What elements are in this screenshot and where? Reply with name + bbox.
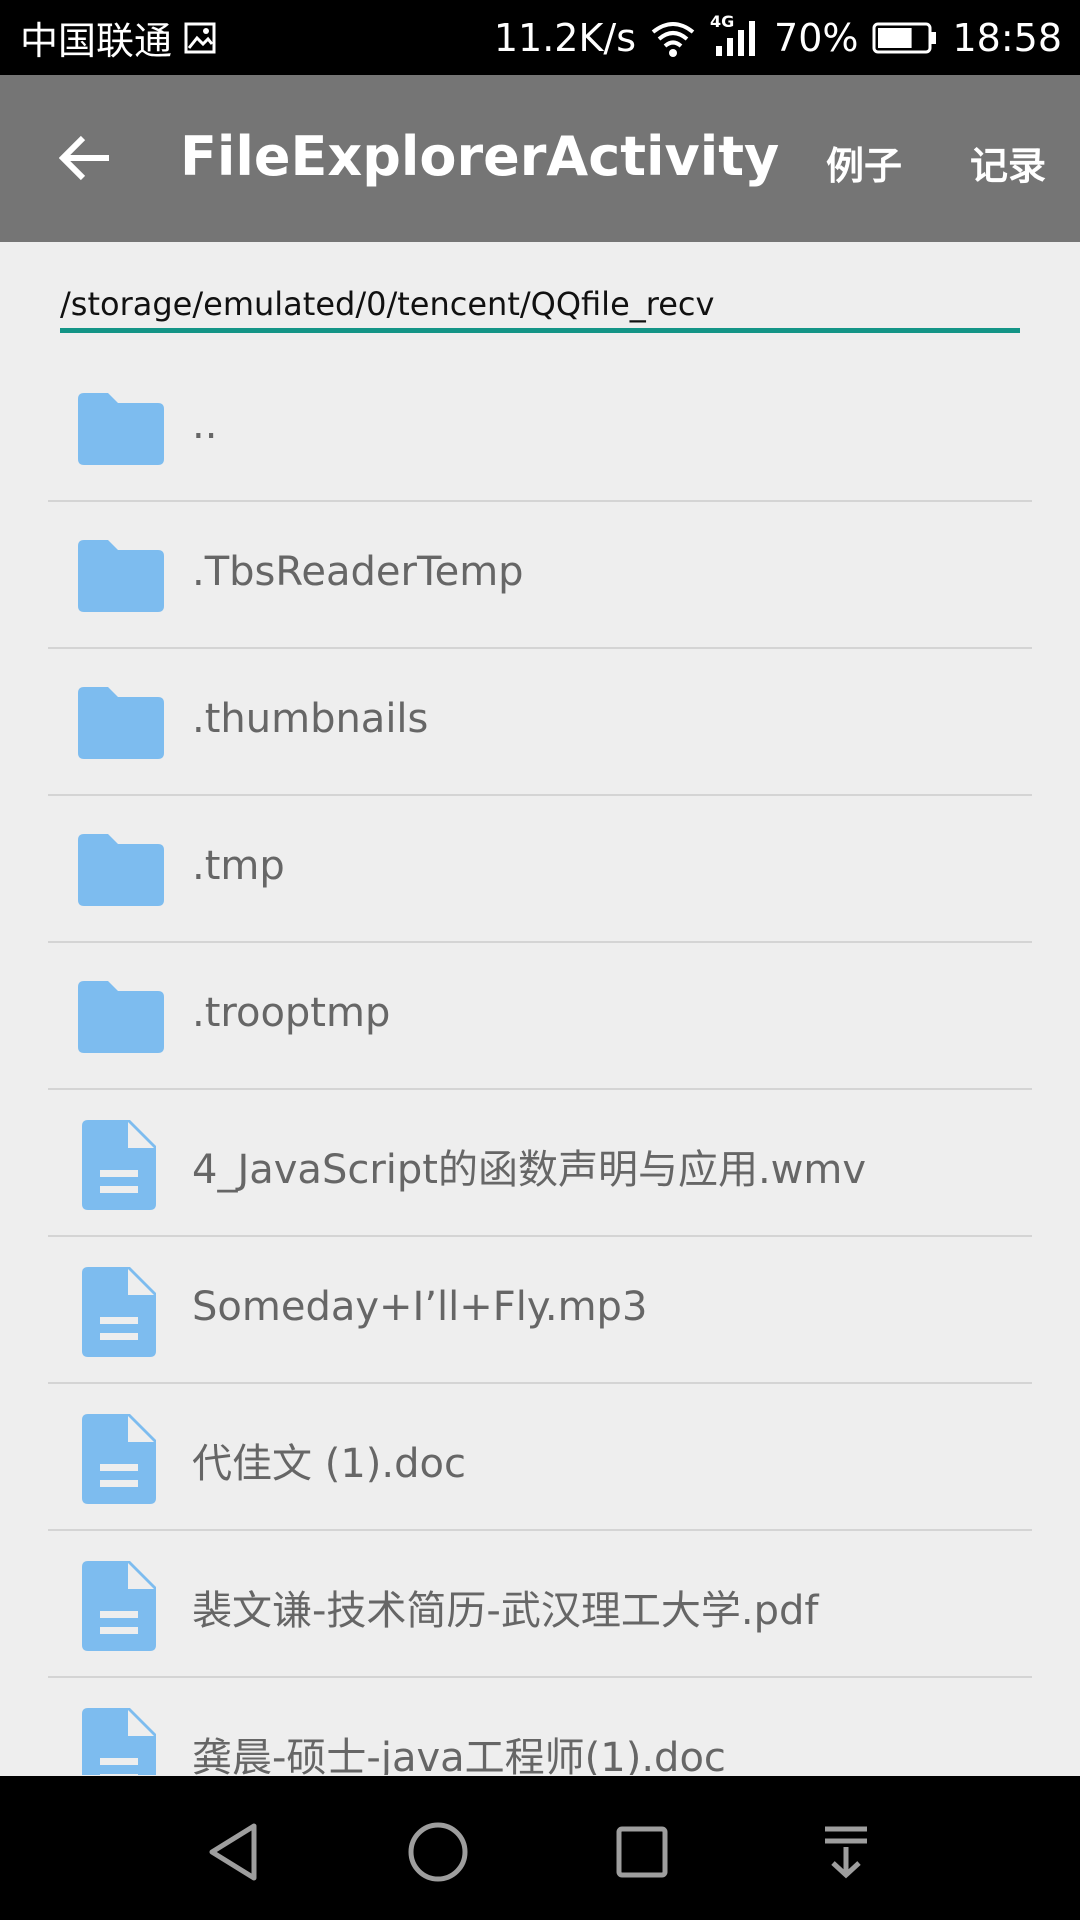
file-name: .TbsReaderTemp [192,549,524,595]
document-icon [82,1414,156,1504]
folder-row[interactable]: .thumbnails [48,649,1032,796]
file-row[interactable]: 代佳文 (1).doc [48,1384,1032,1531]
page-title: FileExplorerActivity [180,125,780,188]
nav-pulldown-button[interactable] [806,1812,886,1892]
examples-button[interactable]: 例子 [826,135,902,190]
folder-icon [74,832,166,908]
file-name: Someday+I’ll+Fly.mp3 [192,1284,648,1330]
folder-row[interactable]: .. [48,355,1032,502]
path-underline [60,328,1020,333]
folder-icon [74,685,166,761]
network-type: 4G [710,11,735,31]
file-list: .. .TbsReaderTemp .thumbnails .tmp .trooptmp… [0,355,1080,1775]
wifi-icon [650,18,696,58]
network-speed: 11.2K/s [493,15,637,60]
file-name: .. [192,402,218,448]
path-field-wrapper [60,278,1020,334]
file-row[interactable]: 龚晨-硕士-java工程师(1).doc [48,1678,1032,1775]
battery-icon [872,21,938,55]
navigation-bar [0,1776,1080,1920]
clock: 18:58 [952,15,1062,60]
file-name: .trooptmp [192,990,391,1036]
folder-row[interactable]: .TbsReaderTemp [48,502,1032,649]
arrow-left-icon [59,135,109,181]
status-bar: 中国联通 11.2K/s 4G 70% 18:58 [0,0,1080,75]
folder-icon [74,538,166,614]
file-name: 4_JavaScript的函数声明与应用.wmv [192,1147,867,1193]
document-icon [82,1708,156,1775]
folder-row[interactable]: .trooptmp [48,943,1032,1090]
back-button[interactable] [42,115,128,201]
nav-recents-button[interactable] [602,1812,682,1892]
back-icon [209,1823,257,1881]
file-row[interactable]: Someday+I’ll+Fly.mp3 [48,1237,1032,1384]
folder-icon [74,979,166,1055]
carrier-label: 中国联通 [20,19,173,63]
signal-icon: 4G [710,12,760,58]
file-row[interactable]: 裴文谦-技术简历-武汉理工大学.pdf [48,1531,1032,1678]
file-name: .thumbnails [192,696,429,742]
image-icon [184,22,216,54]
recents-icon [616,1826,668,1878]
home-icon [408,1822,468,1882]
notification-pulldown-icon [825,1826,867,1879]
file-name: 代佳文 (1).doc [192,1441,466,1487]
file-name: 裴文谦-技术简历-武汉理工大学.pdf [192,1588,819,1634]
records-button[interactable]: 记录 [970,135,1046,190]
nav-home-button[interactable] [398,1812,478,1892]
file-name: .tmp [192,843,285,889]
file-row[interactable]: 4_JavaScript的函数声明与应用.wmv [48,1090,1032,1237]
path-input[interactable] [60,278,1020,330]
folder-row[interactable]: .tmp [48,796,1032,943]
file-name: 龚晨-硕士-java工程师(1).doc [192,1735,726,1775]
document-icon [82,1561,156,1651]
nav-back-button[interactable] [194,1812,274,1892]
document-icon [82,1267,156,1357]
document-icon [82,1120,156,1210]
battery-percent: 70% [774,15,859,60]
app-bar: FileExplorerActivity 例子 记录 [0,75,1080,242]
folder-icon [74,391,166,467]
